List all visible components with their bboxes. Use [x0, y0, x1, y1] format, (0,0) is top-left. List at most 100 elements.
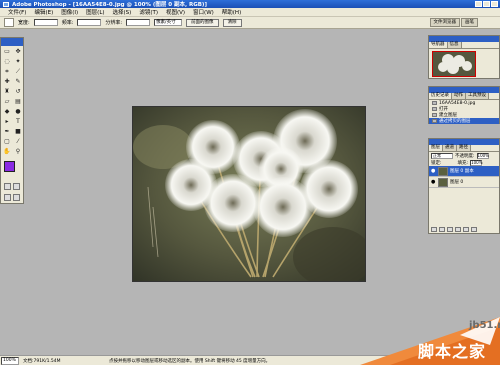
clear-button[interactable]: 清除	[222, 18, 242, 27]
window-title: Adobe Photoshop - [16AA54E8-0.jpg @ 100%…	[12, 2, 207, 8]
fill-input[interactable]: 100%	[470, 159, 483, 166]
tab-layers[interactable]: 图层	[429, 145, 443, 151]
new-layer-icon[interactable]	[463, 227, 469, 232]
history-brush-tool-icon[interactable]: ↺	[13, 87, 23, 96]
menu-file[interactable]: 文件(F)	[4, 8, 30, 16]
zoom-tool-icon[interactable]: ⚲	[13, 147, 23, 156]
resolution-input[interactable]	[126, 19, 151, 26]
watermark-site-text: jb51.net	[469, 320, 500, 331]
opacity-input[interactable]: 100%	[476, 152, 489, 159]
history-panel: 历史记录 动作 工具预设 16AA54E8-0.jpg 打开 建立图层 通过拷贝…	[428, 86, 500, 124]
height-label: 频率:	[61, 20, 74, 26]
tab-paths[interactable]: 路径	[457, 145, 471, 151]
slice-tool-icon[interactable]: ⟋	[13, 67, 23, 76]
history-step-icon	[432, 119, 437, 123]
pen-tool-icon[interactable]: ✒	[2, 127, 12, 136]
resolution-label: 分辨率:	[105, 20, 123, 26]
menu-select[interactable]: 选择(S)	[109, 8, 136, 16]
brush-tool-icon[interactable]: ✎	[13, 77, 23, 86]
history-item-label: 通过拷贝的图层	[439, 119, 471, 124]
tab-history[interactable]: 历史记录	[429, 93, 452, 99]
menu-filter[interactable]: 滤镜(T)	[135, 8, 162, 16]
quick-mask-mode-button[interactable]	[13, 183, 20, 190]
brushes-tab[interactable]: 画笔	[461, 18, 478, 27]
menu-view[interactable]: 视图(V)	[162, 8, 189, 16]
tab-navigator[interactable]: 导航器	[429, 42, 448, 48]
dandelion-photo	[133, 107, 365, 281]
front-image-button[interactable]: 前面的图像	[186, 18, 219, 27]
blend-mode-select[interactable]: 正常	[431, 152, 453, 159]
hand-tool-icon[interactable]: ✋	[2, 147, 12, 156]
shape-tool-icon[interactable]: ■	[13, 127, 23, 136]
blur-tool-icon[interactable]: ◆	[2, 107, 12, 116]
lock-label: 锁定:	[431, 160, 442, 166]
width-label: 宽度:	[18, 20, 30, 26]
visibility-eye-icon[interactable]: ●	[431, 179, 436, 185]
full-screen-mode-button[interactable]	[13, 194, 20, 201]
standard-mode-button[interactable]	[4, 183, 11, 190]
minimize-button[interactable]	[475, 1, 482, 7]
history-step-icon	[432, 113, 437, 117]
magic-wand-tool-icon[interactable]: ✦	[13, 57, 23, 66]
resolution-unit-select[interactable]: 像素/英寸	[154, 19, 183, 26]
toolbox-header	[1, 38, 23, 46]
tab-actions[interactable]: 动作	[452, 93, 466, 99]
width-input[interactable]	[33, 19, 58, 26]
menu-edit[interactable]: 编辑(E)	[30, 8, 57, 16]
height-input[interactable]	[77, 19, 102, 26]
fill-label: 填充:	[457, 160, 469, 166]
link-layers-icon[interactable]	[431, 227, 437, 232]
title-bar: Adobe Photoshop - [16AA54E8-0.jpg @ 100%…	[0, 0, 500, 8]
layer-name: 图层 0	[450, 180, 464, 185]
tool-preset-picker[interactable]	[4, 18, 14, 27]
trash-icon[interactable]	[471, 227, 477, 232]
menu-image[interactable]: 图像(I)	[57, 8, 82, 16]
history-item-label: 16AA54E8-0.jpg	[439, 100, 476, 106]
visibility-eye-icon[interactable]: ●	[431, 168, 436, 174]
close-button[interactable]	[491, 1, 498, 7]
layer-row[interactable]: ● 图层 0	[429, 177, 499, 188]
path-selection-tool-icon[interactable]: ▸	[2, 117, 12, 126]
tab-info[interactable]: 信息	[447, 42, 462, 48]
marquee-tool-icon[interactable]: ▭	[2, 47, 12, 56]
tab-channels[interactable]: 通道	[443, 145, 457, 151]
standard-screen-mode-button[interactable]	[4, 194, 11, 201]
type-tool-icon[interactable]: T	[13, 117, 23, 126]
layer-thumbnail	[438, 166, 448, 176]
notes-tool-icon[interactable]: ▢	[2, 137, 12, 146]
layer-mask-icon[interactable]	[447, 227, 453, 232]
history-step-icon	[432, 107, 437, 111]
move-tool-icon[interactable]: ✥	[13, 47, 23, 56]
photoshop-app-icon	[3, 1, 9, 7]
lasso-tool-icon[interactable]: ◌	[2, 57, 12, 66]
tab-tool-presets[interactable]: 工具预设	[466, 93, 489, 99]
healing-brush-tool-icon[interactable]: ✚	[2, 77, 12, 86]
navigator-thumbnail[interactable]	[432, 51, 476, 77]
layer-name: 图层 0 副本	[450, 169, 474, 174]
snapshot-icon	[432, 101, 437, 105]
history-item-layer-via-copy[interactable]: 通过拷贝的图层	[429, 118, 499, 124]
layer-style-icon[interactable]	[439, 227, 445, 232]
layers-panel: 图层 通道 路径 正常 不透明度: 100% 锁定: 填充: 100% ● 图层…	[428, 138, 500, 234]
file-browser-tab[interactable]: 文件浏览器	[429, 18, 460, 27]
layer-row[interactable]: ● 图层 0 副本	[429, 166, 499, 177]
menu-layer[interactable]: 图层(L)	[82, 8, 108, 16]
layer-thumbnail	[438, 177, 448, 187]
eyedropper-tool-icon[interactable]: ⁄	[13, 137, 23, 146]
menu-window[interactable]: 窗口(W)	[189, 8, 218, 16]
palette-well: 文件浏览器 画笔	[429, 18, 478, 27]
dodge-tool-icon[interactable]: ●	[13, 107, 23, 116]
menu-help[interactable]: 帮助(H)	[218, 8, 245, 16]
navigator-panel: 导航器 信息	[428, 35, 500, 79]
maximize-button[interactable]	[483, 1, 490, 7]
crop-tool-icon[interactable]: ⌗	[2, 67, 12, 76]
document-canvas[interactable]	[132, 106, 366, 282]
gradient-tool-icon[interactable]: ▤	[13, 97, 23, 106]
eraser-tool-icon[interactable]: ▱	[2, 97, 12, 106]
new-set-icon[interactable]	[455, 227, 461, 232]
foreground-color-swatch[interactable]	[4, 161, 15, 172]
clone-stamp-tool-icon[interactable]: ♜	[2, 87, 12, 96]
document-size-info[interactable]: 文档:791K/1.54M	[19, 358, 69, 364]
zoom-level-field[interactable]: 100%	[1, 356, 19, 365]
menu-bar: 文件(F) 编辑(E) 图像(I) 图层(L) 选择(S) 滤镜(T) 视图(V…	[0, 8, 500, 17]
